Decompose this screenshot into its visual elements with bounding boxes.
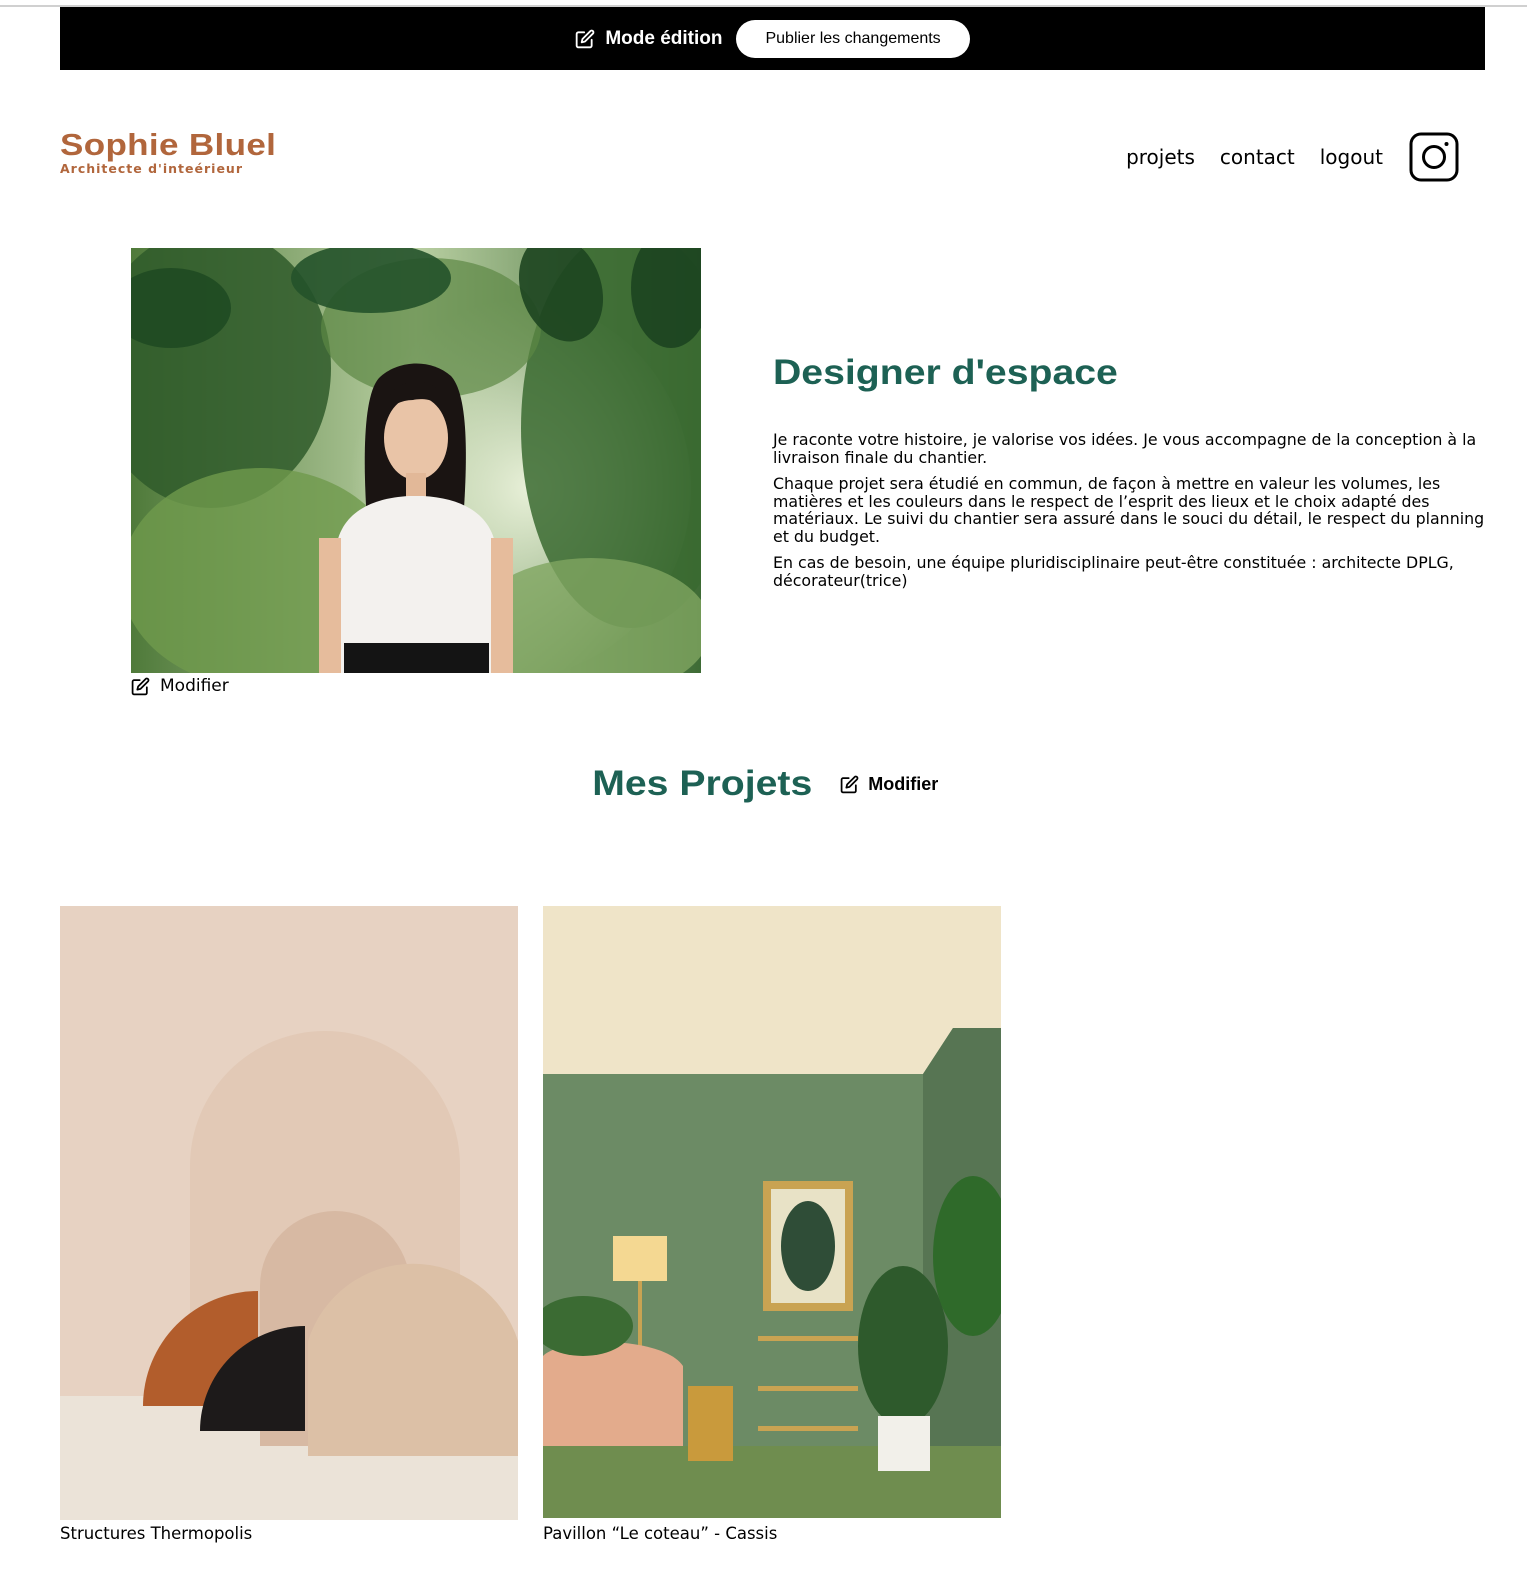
logo-subtitle: Architecte d'inteérieur	[60, 161, 243, 176]
edit-mode-banner: Mode édition Publier les changements	[60, 7, 1485, 70]
project-image-thermopolis	[60, 906, 518, 1520]
introduction-section: Designer d'espace Je raconte votre histo…	[773, 352, 1493, 598]
project-caption: Pavillon “Le coteau” - Cassis	[543, 1524, 778, 1543]
intro-paragraph: Chaque projet sera étudié en commun, de …	[773, 474, 1485, 546]
intro-title: Designer d'espace	[773, 353, 1118, 392]
modify-photo-label: Modifier	[160, 676, 229, 696]
modify-projects-label: Modifier	[868, 773, 939, 794]
projects-title: Mes Projets	[591, 764, 813, 803]
edit-mode-indicator: Mode édition	[575, 28, 722, 50]
edit-icon	[576, 29, 595, 48]
intro-paragraph: En cas de besoin, une équipe pluridiscip…	[773, 553, 1454, 590]
main-navigation: projets contact logout	[1126, 132, 1459, 182]
nav-link-contact[interactable]: contact	[1220, 133, 1295, 181]
publish-changes-button[interactable]: Publier les changements	[736, 19, 970, 58]
modify-photo-button[interactable]: Modifier	[131, 676, 229, 696]
project-caption: Structures Thermopolis	[60, 1524, 253, 1543]
modify-projects-button[interactable]: Modifier	[840, 774, 938, 795]
edit-mode-label: Mode édition	[605, 27, 723, 49]
architect-portrait-photo	[131, 248, 701, 673]
project-card[interactable]: Structures Thermopolis	[60, 906, 518, 1543]
edit-icon	[131, 677, 150, 695]
logo-name: Sophie Bluel	[60, 127, 277, 162]
project-image-pavillon-le-coteau	[543, 906, 1001, 1520]
project-card[interactable]: Pavillon “Le coteau” - Cassis	[543, 906, 1001, 1543]
projects-gallery: Structures Thermopolis Pavillon “Le cote…	[60, 906, 1001, 1543]
site-logo[interactable]: Sophie Bluel Architecte d'inteérieur	[60, 128, 276, 176]
projects-header: Mes Projets Modifier	[0, 764, 1527, 804]
nav-link-projets[interactable]: projets	[1126, 133, 1195, 181]
instagram-icon[interactable]	[1409, 132, 1459, 182]
nav-link-logout[interactable]: logout	[1320, 133, 1383, 181]
edit-icon	[840, 775, 859, 793]
intro-paragraph: Je raconte votre histoire, je valorise v…	[773, 430, 1477, 467]
